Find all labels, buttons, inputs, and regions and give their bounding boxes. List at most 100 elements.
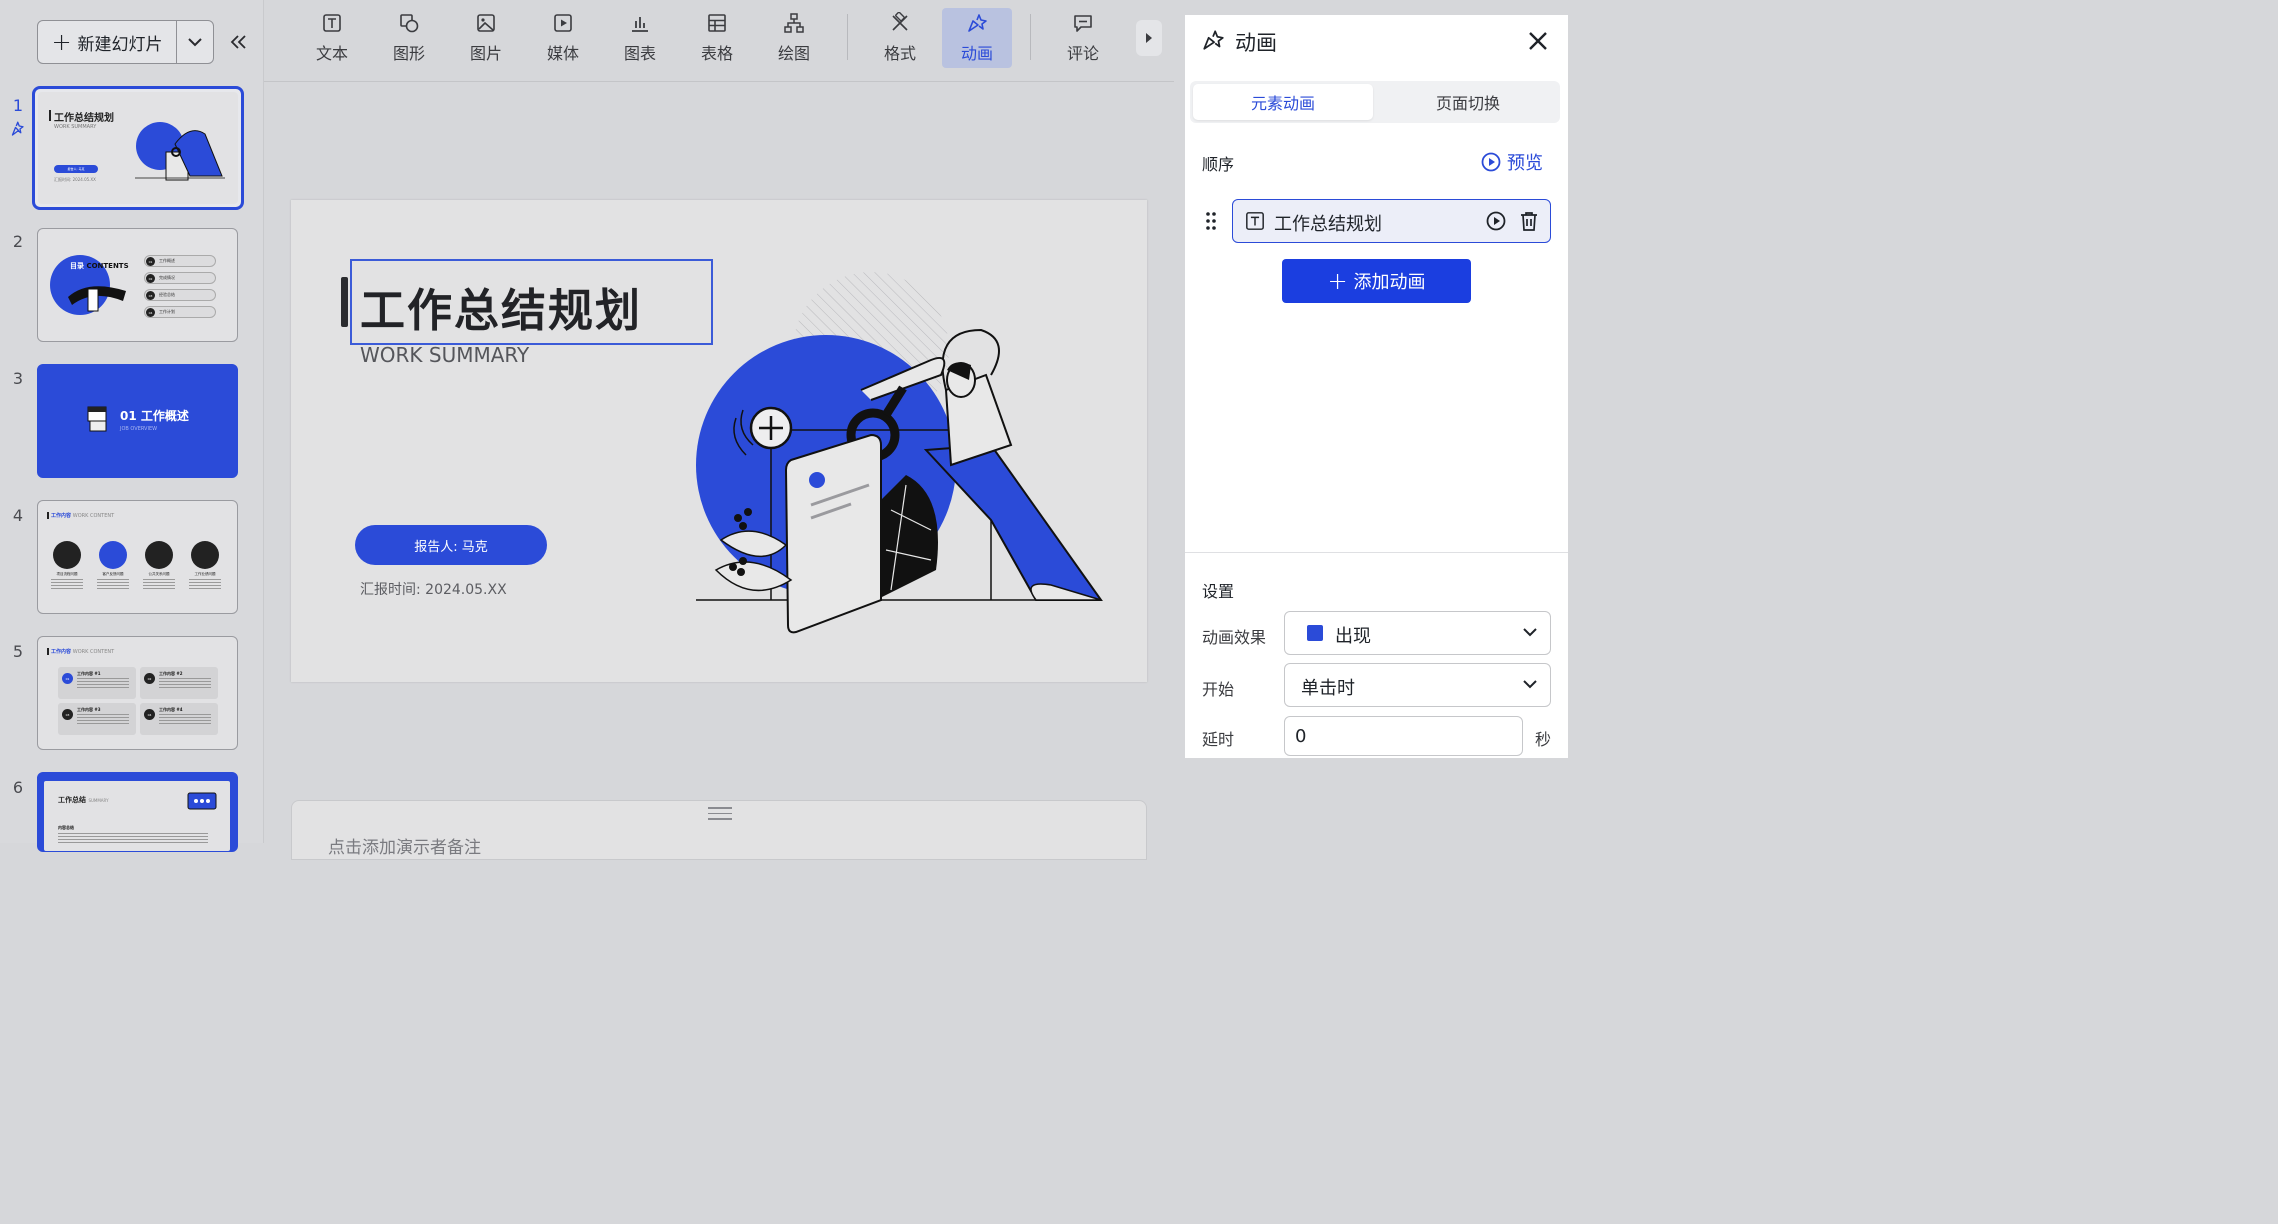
slide-thumbnail-3[interactable]: 01 工作概述 JOB OVERVIEW (37, 364, 238, 478)
delay-input[interactable]: 0 (1284, 716, 1523, 756)
thumb-item-num: 04 (144, 709, 155, 720)
collapse-sidebar-button[interactable] (227, 30, 249, 54)
thumb-item: 工作概述 (159, 258, 175, 263)
double-chevron-left-icon (230, 35, 246, 49)
thumb-title: 01 工作概述 (120, 409, 189, 423)
thumb-item: 工作内容 #3 (77, 707, 101, 712)
toolbar-diagram-button[interactable]: 绘图 (759, 8, 829, 68)
media-icon (554, 14, 572, 32)
slide-thumbnail-1[interactable]: 工作总结规划 WORK SUMMARY 报告人: 马克 汇报时间: 2024.0… (32, 86, 244, 210)
slide-thumbnail-2[interactable]: 目录 CONTENTS 01 工作概述 02 完成情况 03 经验总结 04 工… (37, 228, 238, 342)
thumb-item: 工作计划 (159, 309, 175, 314)
panel-header: 动画 (1185, 15, 1568, 67)
thumb-item-num: 02 (144, 673, 155, 684)
toolbar-label: 表格 (700, 44, 733, 63)
new-slide-button[interactable]: + 新建幻灯片 (38, 21, 177, 63)
settings-label: 设置 (1202, 582, 1235, 601)
shape-icon (400, 14, 419, 33)
slide-number: 5 (12, 642, 24, 661)
toolbar-format-button[interactable]: 格式 (865, 8, 935, 68)
slide-thumbnail-4[interactable]: 工作内容 WORK CONTENT 项目流程问题 客户反馈问题 公共关系问题 工… (37, 500, 238, 614)
report-date[interactable]: 汇报时间: 2024.05.XX (360, 579, 507, 599)
thumb-title: 目录 (70, 262, 84, 270)
preview-button[interactable]: 预览 (1481, 149, 1543, 175)
add-animation-button[interactable]: + 添加动画 (1282, 259, 1471, 303)
thumb-item-num: 03 (62, 709, 73, 720)
panel-tabs: 元素动画 页面切换 (1190, 81, 1560, 123)
slide-number: 1 (12, 96, 24, 115)
chevron-down-icon (1523, 680, 1537, 689)
play-circle-icon[interactable] (1486, 211, 1506, 231)
toolbar-shape-button[interactable]: 图形 (374, 8, 444, 68)
toolbar-label: 图形 (392, 44, 425, 63)
toolbar-label: 动画 (960, 44, 993, 63)
toolbar-more-button[interactable] (1136, 20, 1162, 56)
toolbar-comment-button[interactable]: 评论 (1048, 8, 1118, 68)
tab-page-transition[interactable]: 页面切换 (1378, 84, 1558, 120)
toolbar-label: 图表 (623, 44, 656, 63)
toolbar-animation-button[interactable]: 动画 (942, 8, 1012, 68)
slide-thumbnail-5[interactable]: 工作内容 WORK CONTENT 01 工作内容 #1 02 工作内容 #2 … (37, 636, 238, 750)
notes-resize-handle[interactable] (708, 807, 732, 824)
trash-icon[interactable] (1520, 211, 1538, 231)
close-icon[interactable] (1525, 28, 1551, 54)
thumb-item: 工作内容 #2 (159, 671, 183, 676)
thumb-title: 工作总结规划 (54, 113, 114, 124)
text-icon (323, 14, 341, 32)
new-slide-label: 新建幻灯片 (77, 34, 163, 55)
thumb-title: 工作内容 (51, 649, 72, 655)
image-icon (477, 14, 495, 32)
toolbar-label: 格式 (883, 44, 916, 63)
thumb-title-en: CONTENTS (86, 262, 129, 270)
start-value: 单击时 (1301, 678, 1355, 699)
slide-number: 3 (12, 369, 24, 388)
toolbar: 文本 图形 图片 媒体 图表 表格 绘图 格式 动画 评论 (264, 0, 1174, 82)
animation-panel: 动画 元素动画 页面切换 顺序 预览 工作总结规划 + 添加动画 设置 动画效果… (1185, 15, 1568, 758)
thumb-subtitle: JOB OVERVIEW (120, 426, 158, 432)
toolbar-media-button[interactable]: 媒体 (528, 8, 598, 68)
toolbar-chart-button[interactable]: 图表 (605, 8, 675, 68)
animation-icon (1203, 30, 1224, 50)
preview-label: 预览 (1507, 153, 1543, 174)
toolbar-divider (1030, 14, 1031, 60)
animation-icon (968, 14, 987, 32)
toolbar-label: 评论 (1066, 44, 1099, 63)
toolbar-image-button[interactable]: 图片 (451, 8, 521, 68)
plus-icon: + (51, 28, 72, 56)
thumb-illustration (187, 792, 217, 810)
effect-select[interactable]: 出现 (1284, 611, 1551, 655)
start-select[interactable]: 单击时 (1284, 663, 1551, 707)
toolbar-divider (847, 14, 848, 60)
chevron-down-icon (188, 38, 202, 47)
slide-illustration[interactable] (691, 270, 1111, 640)
table-icon (708, 14, 726, 32)
panel-title: 动画 (1235, 31, 1277, 55)
effect-value: 出现 (1335, 626, 1371, 647)
animation-item-label: 工作总结规划 (1274, 214, 1382, 235)
thumb-item-num: 02 (146, 274, 155, 283)
diagram-icon (784, 13, 804, 33)
slide-number: 4 (12, 506, 24, 525)
animation-list-item[interactable]: 工作总结规划 (1232, 199, 1551, 243)
text-icon (1246, 212, 1264, 230)
thumb-item: 工作内容 #4 (159, 707, 183, 712)
slide-title[interactable]: 工作总结规划 (360, 274, 642, 339)
start-label: 开始 (1202, 680, 1235, 699)
plus-icon: + (1327, 267, 1348, 295)
play-circle-icon (1481, 152, 1501, 172)
slide-thumbnail-6[interactable]: 工作总结 SUMMARY 内容总结 (37, 772, 238, 852)
effect-color-swatch (1307, 625, 1323, 641)
toolbar-table-button[interactable]: 表格 (682, 8, 752, 68)
presenter-notes[interactable]: 点击添加演示者备注 (291, 800, 1147, 860)
toolbar-text-button[interactable]: 文本 (297, 8, 367, 68)
slide-number: 2 (12, 232, 24, 251)
reporter-badge[interactable]: 报告人: 马克 (355, 525, 547, 565)
caret-right-icon (1146, 33, 1152, 43)
thumb-item-num: 01 (146, 257, 155, 266)
tab-element-animation[interactable]: 元素动画 (1193, 84, 1373, 120)
thumb-item: 完成情况 (159, 275, 175, 280)
slide-canvas[interactable]: 工作总结规划 WORK SUMMARY 报告人: 马克 汇报时间: 2024.0… (291, 200, 1147, 682)
new-slide-dropdown-button[interactable] (177, 21, 213, 63)
slide-subtitle[interactable]: WORK SUMMARY (360, 343, 529, 367)
drag-handle-icon[interactable] (1205, 211, 1217, 231)
